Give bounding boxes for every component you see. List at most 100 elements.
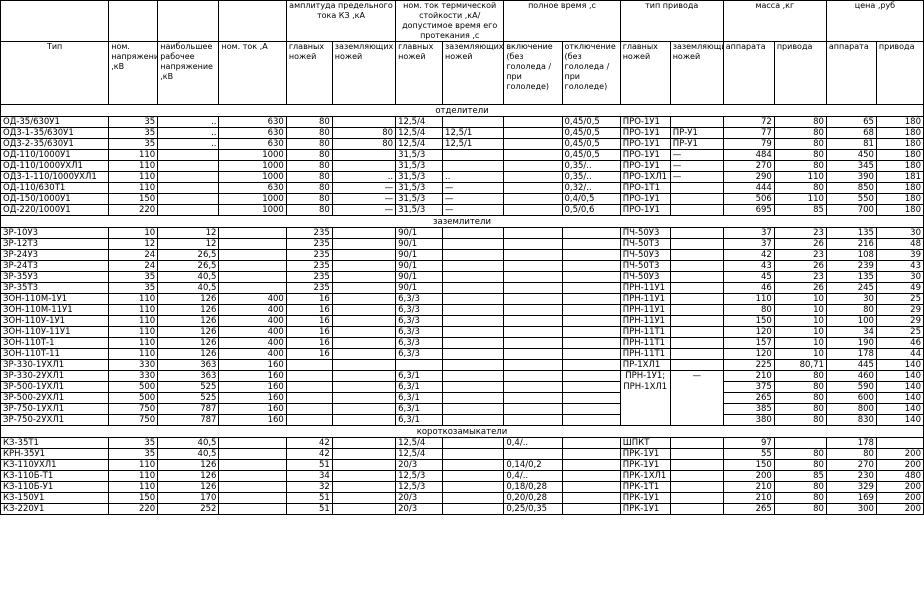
table-cell: 80 xyxy=(331,138,397,150)
table-cell xyxy=(218,492,287,504)
table-cell xyxy=(561,392,621,404)
table-cell xyxy=(442,293,505,305)
table-cell xyxy=(442,470,505,482)
table-cell xyxy=(331,238,397,250)
table-cell: 80 xyxy=(773,149,827,161)
table-cell: 10 xyxy=(773,315,827,327)
header-th-main: главных ножей xyxy=(395,41,444,105)
table-row: КЗ-110Б-Т1 110 126 34 12,5/3 0,4/.. ПРК-1ХЛ1 20… xyxy=(0,470,924,482)
table-row: ЗОН-110У-1У1 110 126 400 16 6,3/3 ПРН-11У1 150 1… xyxy=(0,315,924,327)
table-row: ОД3-1-110/1000УХЛ1 110 1000 80.. 31,5/3.. 0,3… xyxy=(0,171,924,183)
table-cell: ПРН-11У1 xyxy=(619,315,671,327)
merged-drive-ground-cell: — xyxy=(669,370,724,426)
table-cell xyxy=(157,204,220,216)
table-cell: 245 xyxy=(825,282,877,294)
table-cell: 160 xyxy=(218,392,287,404)
table-cell: 160 xyxy=(218,414,287,426)
table-cell xyxy=(285,414,333,426)
table-cell: 550 xyxy=(825,193,877,205)
header-th-ground: заземляющих ножей xyxy=(442,41,505,105)
table-cell: 525 xyxy=(157,381,220,393)
table-cell: 170 xyxy=(157,492,220,504)
table-row: ЗОН-110М-1У1 110 126 400 16 6,3/3 ПРН-11У1 110 1… xyxy=(0,293,924,305)
table-cell: 46 xyxy=(875,337,924,349)
table-cell: 31,5/3 xyxy=(395,171,444,183)
header-drive-main: главных ножей xyxy=(619,41,671,105)
table-cell: 110 xyxy=(108,470,159,482)
table-cell: 80 xyxy=(722,304,775,316)
table-cell: 26,5 xyxy=(157,260,220,272)
table-cell: 23 xyxy=(773,271,827,283)
table-cell: 100 xyxy=(825,315,877,327)
table-cell: 160 xyxy=(218,359,287,371)
table-cell: 110 xyxy=(108,315,159,327)
table-cell: — xyxy=(442,193,505,205)
table-cell: 1000 xyxy=(218,149,287,161)
table-cell: 180 xyxy=(875,182,924,194)
table-cell xyxy=(503,448,563,460)
table-cell: 180 xyxy=(875,149,924,161)
table-cell: 80 xyxy=(773,381,827,393)
table-cell: 80 xyxy=(773,481,827,493)
table-cell: 80 xyxy=(773,182,827,194)
table-cell xyxy=(442,503,505,515)
table-cell xyxy=(561,315,621,327)
type-cell: ЗР-35У3 xyxy=(0,271,110,283)
table-cell: 110 xyxy=(773,193,827,205)
table-cell: ПРК-1ХЛ1 xyxy=(619,470,671,482)
type-cell: ОД3-1-110/1000УХЛ1 xyxy=(0,171,110,183)
table-cell xyxy=(331,260,397,272)
table-cell xyxy=(218,238,287,250)
table-cell xyxy=(669,116,724,128)
table-cell: 695 xyxy=(722,204,775,216)
table-cell: 12 xyxy=(108,238,159,250)
table-cell: 6,3/1 xyxy=(395,414,444,426)
table-row: ОД-220/1000У1 220 1000 80—31,5/3—0,5/0,6 ПРО… xyxy=(0,204,924,216)
table-cell: 10 xyxy=(773,293,827,305)
table-cell xyxy=(331,492,397,504)
table-cell: 35 xyxy=(108,437,159,449)
table-cell: ПЧ-50Т3 xyxy=(619,238,671,250)
type-cell: КЗ-220У1 xyxy=(0,503,110,515)
table-cell xyxy=(669,348,724,360)
table-cell: 72 xyxy=(722,116,775,128)
table-cell: 26 xyxy=(773,238,827,250)
table-cell: 180 xyxy=(875,204,924,216)
table-cell: 68 xyxy=(825,127,877,139)
table-cell: 180 xyxy=(875,116,924,128)
table-cell xyxy=(157,171,220,183)
table-cell: 216 xyxy=(825,238,877,250)
header-thermal: ном. ток термической стойкости ,кА/допус… xyxy=(395,0,505,42)
table-cell: 35 xyxy=(108,282,159,294)
table-cell: — xyxy=(669,149,724,161)
table-cell xyxy=(503,414,563,426)
table-cell: 252 xyxy=(157,503,220,515)
table-cell: 12,5/3 xyxy=(395,481,444,493)
table-cell: 135 xyxy=(825,227,877,239)
table-cell: 126 xyxy=(157,304,220,316)
table-row: ЗР-12Т3 12 12 235 90/1 ПЧ-50Т3 37 26 216 48 xyxy=(0,238,924,250)
table-cell xyxy=(442,116,505,128)
table-cell xyxy=(561,470,621,482)
table-row: ОД-110/1000У1 110 1000 80 31,5/3 0,45/0,5 ПРО-… xyxy=(0,149,924,161)
table-cell: 42 xyxy=(285,437,333,449)
table-cell: 6,3/3 xyxy=(395,326,444,338)
table-cell: 200 xyxy=(722,470,775,482)
table-cell: 6,3/3 xyxy=(395,293,444,305)
header-ground-knives: заземляющих ножей xyxy=(331,41,397,105)
table-cell: 108 xyxy=(825,249,877,261)
table-cell: 270 xyxy=(722,160,775,172)
table-cell: 80 xyxy=(331,127,397,139)
table-cell: 79 xyxy=(722,138,775,150)
table-cell xyxy=(669,459,724,471)
table-cell: 23 xyxy=(773,249,827,261)
table-cell: ПРО-1У1 xyxy=(619,116,671,128)
table-cell: 140 xyxy=(875,414,924,426)
table-cell: 525 xyxy=(157,392,220,404)
table-cell: 80 xyxy=(773,370,827,382)
table-cell: 20/3 xyxy=(395,492,444,504)
table-cell: 12,5/3 xyxy=(395,470,444,482)
table-cell: 225 xyxy=(722,359,775,371)
table-cell: 80 xyxy=(773,503,827,515)
table-cell: 590 xyxy=(825,381,877,393)
